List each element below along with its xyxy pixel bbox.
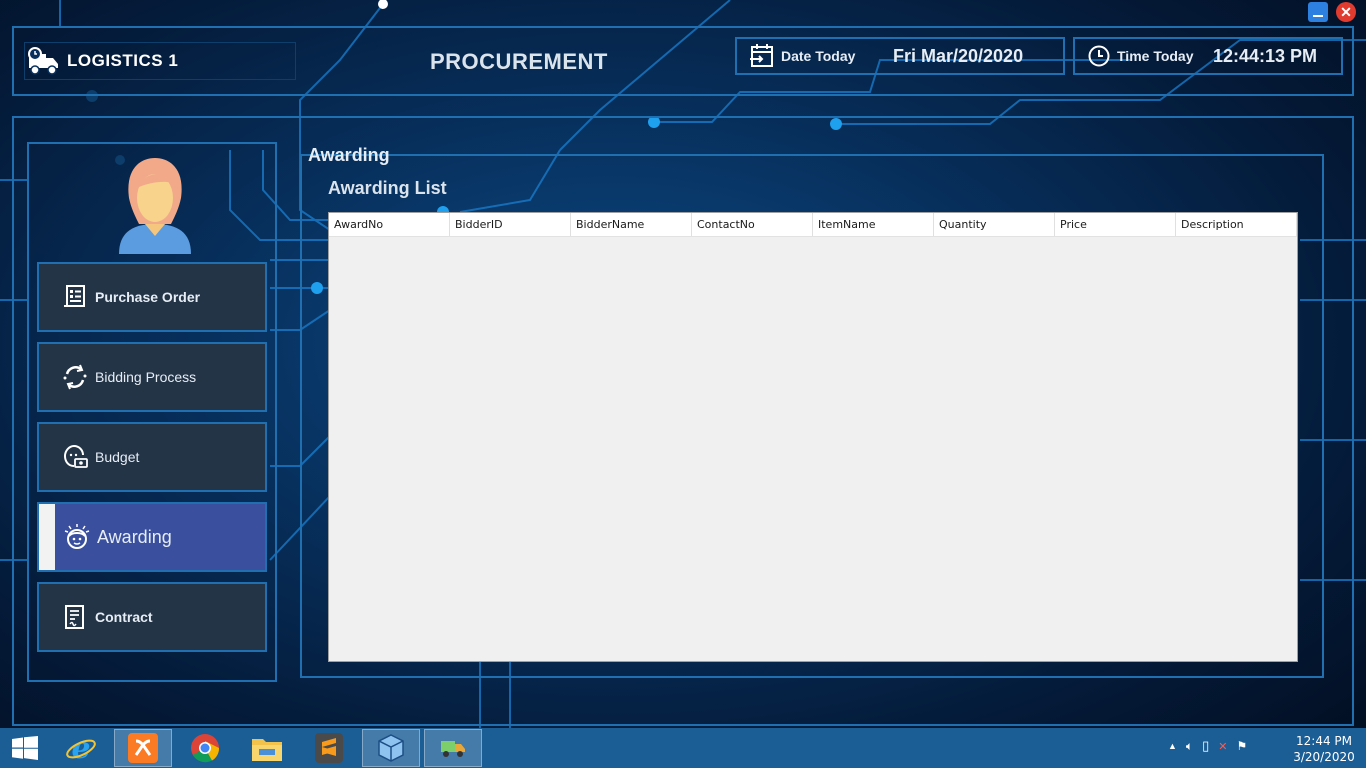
column-header-contact-no[interactable]: ContactNo	[692, 213, 813, 236]
chrome-icon	[191, 734, 220, 763]
taskbar-virtualbox[interactable]	[362, 729, 420, 767]
column-header-bidder-name[interactable]: BidderName	[571, 213, 692, 236]
date-value: Fri Mar/20/2020	[893, 45, 1024, 66]
minimize-button[interactable]	[1308, 2, 1328, 22]
chevron-up-icon[interactable]: ▲	[1168, 741, 1177, 751]
sidebar: Purchase Order Bidding Process Budget Aw…	[27, 142, 277, 682]
group-title: Awarding	[308, 145, 390, 165]
sidebar-item-purchase-order[interactable]: Purchase Order	[37, 262, 267, 332]
sidebar-item-label: Contract	[95, 609, 153, 625]
column-header-item-name[interactable]: ItemName	[813, 213, 934, 236]
list-title: Awarding List	[328, 178, 447, 198]
virtualbox-icon	[378, 734, 404, 762]
face-spark-icon	[63, 523, 91, 551]
time-display: Time Today 12:44:13 PM	[1073, 37, 1343, 75]
sidebar-item-label: Budget	[95, 449, 140, 465]
taskbar-clock[interactable]: 12:44 PM 3/20/2020	[1292, 733, 1356, 765]
sidebar-item-budget[interactable]: Budget	[37, 422, 267, 492]
sidebar-item-label: Purchase Order	[95, 289, 201, 305]
sidebar-item-contract[interactable]: Contract	[37, 582, 267, 652]
svg-text:e: e	[71, 732, 90, 764]
xampp-icon	[128, 733, 158, 763]
taskbar-logistics-app[interactable]	[424, 729, 482, 767]
sidebar-item-label: Bidding Process	[95, 369, 197, 385]
column-header-bidder-id[interactable]: BidderID	[450, 213, 571, 236]
close-icon: ✕	[1340, 4, 1352, 20]
column-header-quantity[interactable]: Quantity	[934, 213, 1055, 236]
user-money-icon	[61, 443, 89, 471]
app-header: LOGISTICS 1 PROCUREMENT Date Today Fri M…	[12, 26, 1354, 96]
system-tray: ▲ 🔈︎ ▯ ✕ ⚑	[1168, 738, 1247, 754]
time-value: 12:44:13 PM	[1213, 45, 1318, 66]
column-header-price[interactable]: Price	[1055, 213, 1176, 236]
close-button[interactable]: ✕	[1336, 2, 1356, 22]
logistics-app-icon	[441, 741, 465, 757]
column-header-description[interactable]: Description	[1176, 213, 1297, 236]
refresh-cycle-icon	[61, 363, 89, 391]
date-label: Date Today	[781, 48, 856, 64]
page-title: PROCUREMENT	[430, 49, 608, 74]
taskbar: e ▲ 🔈︎ ▯ ✕ ⚑ 12:44 PM 3/20/2020	[0, 728, 1366, 768]
clock-date: 3/20/2020	[1293, 750, 1355, 764]
clock-icon	[1088, 45, 1110, 67]
network-disconnected-icon[interactable]: ✕	[1218, 740, 1227, 753]
document-list-icon	[61, 283, 89, 311]
active-indicator	[39, 504, 55, 570]
power-icon[interactable]: ▯	[1202, 738, 1209, 754]
app-name: LOGISTICS 1	[67, 51, 179, 70]
sidebar-item-bidding-process[interactable]: Bidding Process	[37, 342, 267, 412]
volume-icon[interactable]: 🔈︎	[1186, 739, 1193, 754]
file-explorer-icon	[252, 739, 282, 761]
table-header: AwardNo BidderID BidderName ContactNo It…	[329, 213, 1297, 237]
user-avatar	[119, 158, 191, 254]
clock-time: 12:44 PM	[1296, 734, 1352, 748]
sublime-text-icon	[315, 733, 343, 763]
flag-icon[interactable]: ⚑	[1237, 739, 1248, 753]
contract-doc-icon	[61, 603, 89, 631]
windows-start-icon[interactable]	[12, 736, 38, 760]
taskbar-internet-explorer[interactable]: e	[52, 729, 110, 767]
internet-explorer-icon: e	[66, 732, 96, 764]
column-header-award-no[interactable]: AwardNo	[329, 213, 450, 236]
taskbar-chrome[interactable]	[176, 729, 234, 767]
taskbar-xampp[interactable]	[114, 729, 172, 767]
sidebar-item-awarding[interactable]: Awarding	[37, 502, 267, 572]
taskbar-file-explorer[interactable]	[238, 729, 296, 767]
taskbar-sublime-text[interactable]	[300, 729, 358, 767]
minimize-icon	[1313, 14, 1323, 17]
time-label: Time Today	[1117, 48, 1194, 64]
calendar-login-icon	[750, 44, 773, 67]
app-logo: LOGISTICS 1	[24, 42, 296, 80]
truck-icon	[28, 47, 58, 75]
awarding-table[interactable]: AwardNo BidderID BidderName ContactNo It…	[328, 212, 1298, 662]
sidebar-item-label: Awarding	[97, 526, 172, 547]
date-display: Date Today Fri Mar/20/2020	[735, 37, 1065, 75]
